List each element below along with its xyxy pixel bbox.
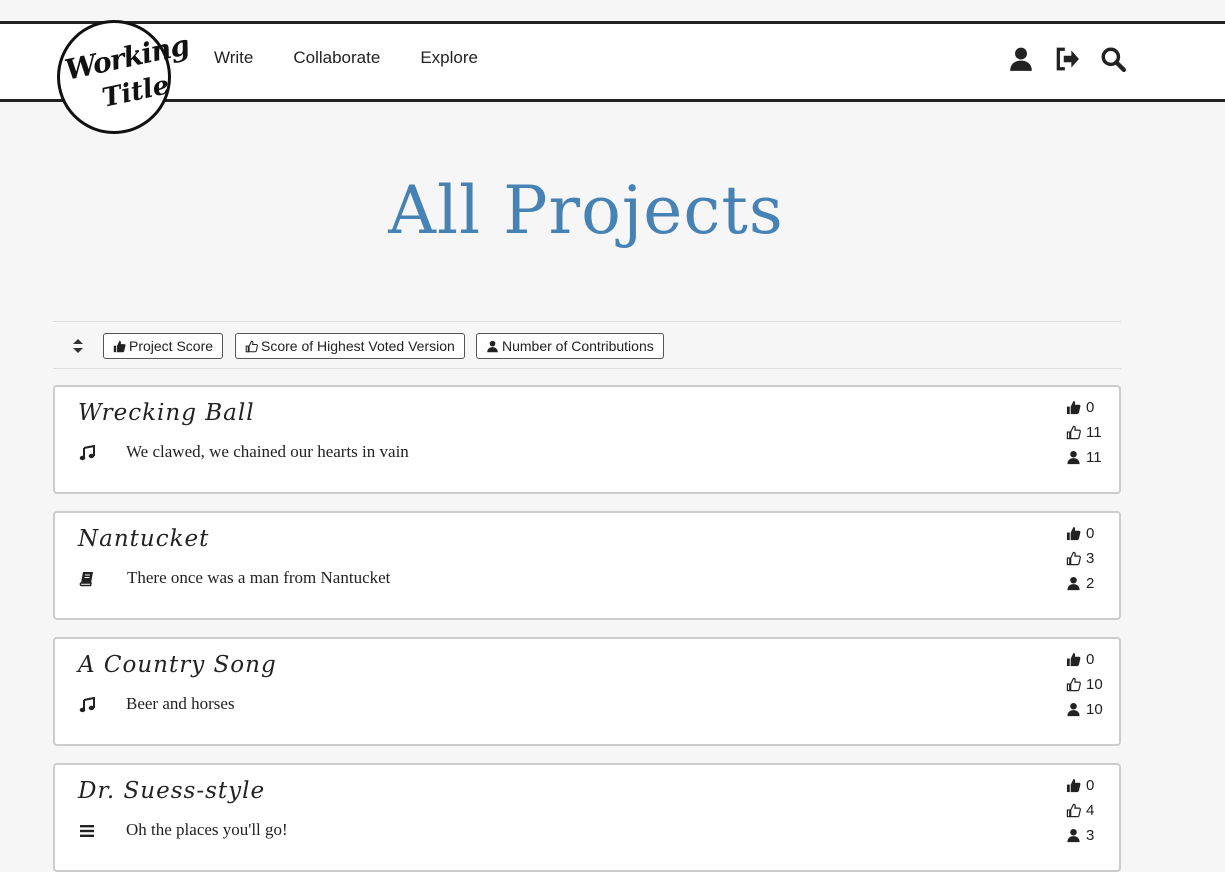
user-icon — [1067, 576, 1080, 591]
thumbs-up-outline-icon — [1066, 551, 1081, 566]
project-card[interactable]: Wrecking Ball We clawed, we chained our … — [53, 385, 1121, 494]
sort-highest-version-button[interactable]: Score of Highest Voted Version — [235, 333, 465, 359]
best-version-score: 10 — [1066, 672, 1103, 697]
thumbs-up-solid-icon — [1066, 778, 1081, 793]
project-excerpt: Oh the places you'll go! — [126, 820, 288, 839]
user-icon — [1067, 702, 1080, 717]
project-score-value: 0 — [1086, 399, 1095, 416]
project-card[interactable]: Dr. Suess-style Oh the places you'll go!… — [53, 763, 1121, 872]
nav-icons — [1008, 46, 1146, 72]
best-version-score-value: 4 — [1086, 802, 1095, 819]
working-title-logo[interactable]: Working Title — [57, 20, 192, 134]
project-stats: 0 4 3 — [1066, 773, 1094, 848]
user-icon — [1067, 828, 1080, 843]
sort-icon[interactable] — [72, 338, 84, 354]
project-card[interactable]: A Country Song Beer and horses 0 10 10 — [53, 637, 1121, 746]
nav-collaborate[interactable]: Collaborate — [293, 48, 380, 68]
sort-contributions-button[interactable]: Number of Contributions — [476, 333, 664, 359]
nav-write[interactable]: Write — [214, 48, 253, 68]
page-title: All Projects — [388, 172, 784, 249]
best-version-score: 11 — [1066, 420, 1102, 445]
thumbs-up-solid-icon — [113, 340, 126, 353]
best-version-score-value: 11 — [1086, 424, 1102, 441]
project-score-value: 0 — [1086, 777, 1095, 794]
sort-project-score-label: Project Score — [129, 338, 214, 354]
thumbs-up-solid-icon — [1066, 400, 1081, 415]
contribution-count-value: 3 — [1086, 827, 1095, 844]
project-title[interactable]: Wrecking Ball — [78, 400, 255, 426]
project-score: 0 — [1066, 773, 1094, 798]
sort-bar: Project Score Score of Highest Voted Ver… — [53, 321, 1121, 369]
nav-links: Write Collaborate Explore — [214, 48, 518, 68]
list-icon — [79, 823, 95, 839]
thumbs-up-outline-icon — [1066, 803, 1081, 818]
project-excerpt: We clawed, we chained our hearts in vain — [126, 442, 409, 461]
project-score: 0 — [1066, 395, 1102, 420]
project-title[interactable]: Nantucket — [78, 526, 209, 552]
project-stats: 0 3 2 — [1066, 521, 1094, 596]
contribution-count: 10 — [1066, 697, 1103, 722]
book-icon — [79, 571, 95, 587]
project-score: 0 — [1066, 647, 1103, 672]
project-card[interactable]: Nantucket There once was a man from Nant… — [53, 511, 1121, 620]
thumbs-up-solid-icon — [1066, 652, 1081, 667]
project-title[interactable]: A Country Song — [78, 652, 277, 678]
navbar: Working Title Write Collaborate Explore — [0, 20, 1225, 134]
user-icon[interactable] — [1008, 46, 1034, 72]
project-stats: 0 10 10 — [1066, 647, 1103, 722]
project-score-value: 0 — [1086, 651, 1095, 668]
sort-highest-version-label: Score of Highest Voted Version — [261, 338, 455, 354]
sort-project-score-button[interactable]: Project Score — [103, 333, 224, 359]
contribution-count: 11 — [1066, 445, 1102, 470]
project-excerpt: There once was a man from Nantucket — [127, 568, 391, 587]
nav-explore[interactable]: Explore — [420, 48, 478, 68]
project-stats: 0 11 11 — [1066, 395, 1102, 470]
best-version-score-value: 10 — [1086, 676, 1103, 693]
thumbs-up-outline-icon — [245, 340, 258, 353]
best-version-score: 3 — [1066, 546, 1094, 571]
sort-contributions-label: Number of Contributions — [502, 338, 654, 354]
contribution-count-value: 10 — [1086, 701, 1103, 718]
project-score: 0 — [1066, 521, 1094, 546]
thumbs-up-outline-icon — [1066, 677, 1081, 692]
music-icon — [79, 697, 95, 713]
contribution-count-value: 2 — [1086, 575, 1095, 592]
sign-out-icon[interactable] — [1054, 46, 1080, 72]
thumbs-up-solid-icon — [1066, 526, 1081, 541]
project-title[interactable]: Dr. Suess-style — [78, 778, 265, 804]
user-icon — [1067, 450, 1080, 465]
project-excerpt: Beer and horses — [126, 694, 235, 713]
contribution-count-value: 11 — [1086, 449, 1102, 466]
project-score-value: 0 — [1086, 525, 1095, 542]
user-icon — [487, 340, 498, 353]
best-version-score-value: 3 — [1086, 550, 1095, 567]
search-icon[interactable] — [1100, 46, 1126, 72]
best-version-score: 4 — [1066, 798, 1094, 823]
contribution-count: 3 — [1066, 823, 1094, 848]
thumbs-up-outline-icon — [1066, 425, 1081, 440]
music-icon — [79, 445, 95, 461]
contribution-count: 2 — [1066, 571, 1094, 596]
